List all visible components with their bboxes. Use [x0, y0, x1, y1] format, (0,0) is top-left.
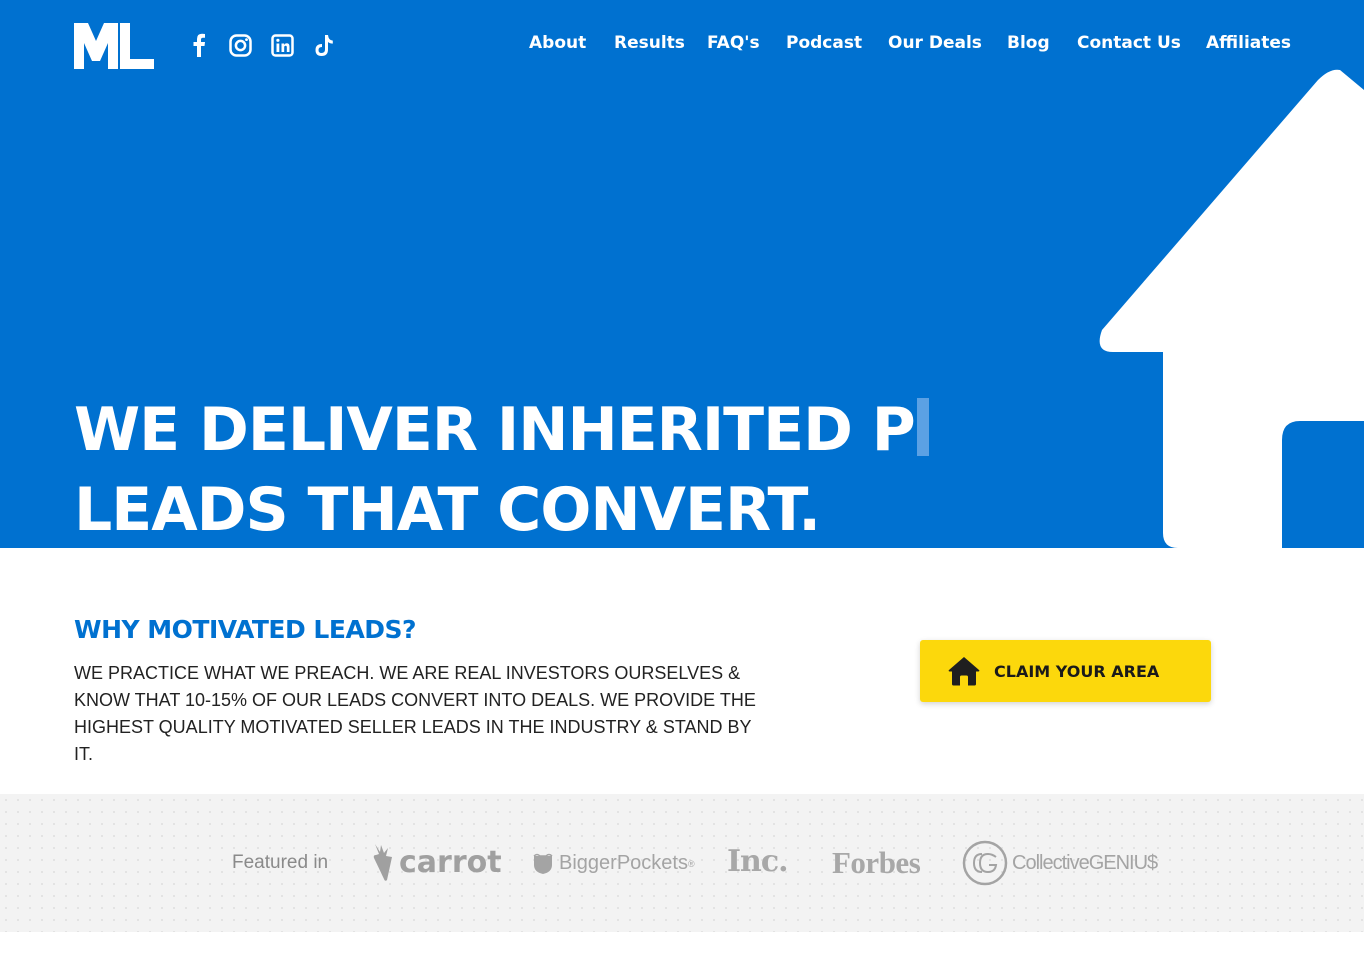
- tiktok-icon[interactable]: [313, 32, 335, 58]
- linkedin-icon[interactable]: [270, 32, 295, 58]
- biggerpockets-logo: BiggerPockets ®: [533, 852, 695, 875]
- instagram-icon[interactable]: [228, 32, 252, 58]
- carrot-icon: [373, 844, 392, 881]
- nav-podcast[interactable]: Podcast: [786, 33, 888, 53]
- nav-about[interactable]: About: [529, 33, 614, 53]
- nav-faqs[interactable]: FAQ's: [707, 33, 786, 53]
- nav-results[interactable]: Results: [614, 33, 707, 53]
- featured-label: Featured in: [232, 852, 329, 873]
- forbes-logo: Forbes: [832, 845, 921, 880]
- nav-blog[interactable]: Blog: [1007, 33, 1077, 53]
- hero-headline: WE DELIVER INHERITED P LEADS THAT CONVER…: [74, 390, 1074, 548]
- ml-logo[interactable]: [74, 23, 154, 69]
- inc-logo: Inc.: [727, 844, 789, 879]
- nav-contact-us[interactable]: Contact Us: [1077, 33, 1206, 53]
- typing-cursor: [916, 398, 929, 456]
- nav-affiliates[interactable]: Affiliates: [1206, 33, 1296, 53]
- headline-line-1: WE DELIVER INHERITED P: [74, 395, 916, 465]
- main-nav: About Results FAQ's Podcast Our Deals Bl…: [529, 33, 1296, 53]
- featured-in-bar: Featured in carrot BiggerPockets ® Inc. F…: [0, 794, 1364, 932]
- claim-area-button[interactable]: CLAIM YOUR AREA: [920, 640, 1211, 702]
- claim-area-label: CLAIM YOUR AREA: [994, 661, 1160, 681]
- collective-genius-logo: CollectiveGENIU$: [962, 840, 1158, 886]
- nav-our-deals[interactable]: Our Deals: [888, 33, 1007, 53]
- facebook-icon[interactable]: [189, 32, 209, 58]
- biggerpockets-icon: [533, 853, 553, 874]
- home-icon: [948, 657, 980, 686]
- why-body: WE PRACTICE WHAT WE PREACH. WE ARE REAL …: [74, 663, 756, 764]
- collective-genius-icon: [962, 840, 1008, 886]
- carrot-logo: carrot: [371, 842, 502, 882]
- hero-section: About Results FAQ's Podcast Our Deals Bl…: [0, 0, 1364, 548]
- headline-line-2: LEADS THAT CONVERT.: [74, 475, 821, 545]
- why-title: WHY MOTIVATED LEADS?: [74, 615, 417, 644]
